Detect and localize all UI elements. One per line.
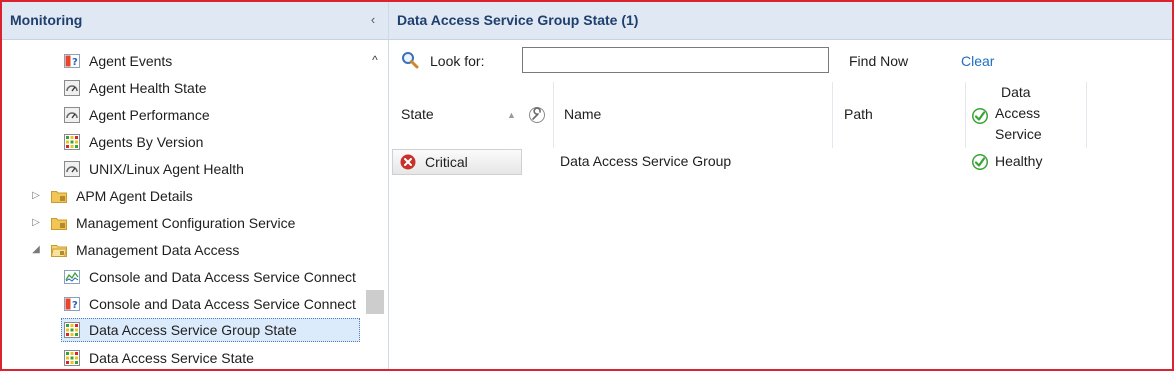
find-now-button[interactable]: Find Now [849,53,908,69]
state-value: Critical [425,154,468,170]
tree-item-label: Console and Data Access Service Connect [89,269,356,285]
tree-item-label: Agent Events [89,53,173,69]
scroll-up-arrow-icon[interactable]: ^ [367,52,383,68]
tree-item-label: Agent Health State [89,80,207,96]
tree-item-label: Console and Data Access Service Connect [89,296,356,312]
tree-item-agents-by-version[interactable]: Agents By Version [64,130,354,154]
tree-item-console-das-connect-events[interactable]: ? Console and Data Access Service Connec… [64,292,362,316]
magnifier-icon [402,52,419,69]
clear-link[interactable]: Clear [961,53,994,69]
tree-item-agent-events[interactable]: ? Agent Events [64,49,354,73]
healthy-check-icon [972,154,988,170]
event-view-icon: ? [64,54,80,68]
navigation-title: Monitoring [10,12,83,28]
tree-item-management-configuration-service[interactable]: Management Configuration Service [51,211,361,235]
column-header-state[interactable]: State [401,106,434,122]
tree-item-label: APM Agent Details [76,188,193,204]
state-grid-icon [64,322,80,338]
tree-item-label: Management Data Access [76,242,240,258]
svg-text:?: ? [72,57,78,68]
dashboard-gauge-icon [64,107,80,123]
healthy-check-icon [972,108,988,124]
sort-ascending-icon: ▲ [507,110,516,120]
state-grid-icon [64,134,80,150]
grid-header: State ▲ Name Path Data Access Service [389,82,1172,148]
tree-item-data-access-service-group-state[interactable]: Data Access Service Group State [61,318,360,342]
column-header-name[interactable]: Name [564,106,601,122]
column-header-das-line1[interactable]: Data [1001,84,1031,100]
event-view-icon: ? [64,297,80,311]
dashboard-gauge-icon [64,80,80,96]
tree-item-console-das-connect-performance[interactable]: Console and Data Access Service Connect [64,265,362,289]
column-separator[interactable] [553,82,554,148]
maintenance-mode-icon[interactable] [528,106,546,124]
tree-item-label: Agent Performance [89,107,210,123]
column-separator[interactable] [965,82,966,148]
tree-item-label: Management Configuration Service [76,215,296,231]
collapse-pane-button[interactable]: ‹ [364,10,382,30]
critical-x-icon [400,154,416,170]
results-pane: Data Access Service Group State (1) Look… [389,2,1172,369]
state-grid-icon [64,350,80,366]
tree-item-unix-linux-agent-health[interactable]: UNIX/Linux Agent Health [64,157,354,181]
das-health-value: Healthy [995,153,1043,169]
expand-arrow-icon[interactable]: ▷ [30,211,42,235]
performance-chart-icon [64,270,80,284]
column-separator[interactable] [1086,82,1087,148]
tree-item-label: Agents By Version [89,134,204,150]
tree-item-data-access-service-state[interactable]: Data Access Service State [64,346,354,369]
tree-item-label: Data Access Service Group State [89,322,297,338]
column-header-das-line3[interactable]: Service [995,126,1042,142]
look-for-label: Look for: [430,53,485,69]
look-for-input[interactable] [522,47,829,73]
tree-item-label: UNIX/Linux Agent Health [89,161,244,177]
open-locked-folder-icon [51,245,67,257]
column-header-path[interactable]: Path [844,106,873,122]
dashboard-gauge-icon [64,161,80,177]
column-separator[interactable] [832,82,833,148]
navigation-header: Monitoring ‹ [2,2,388,40]
console-window: Monitoring ‹ ? Agent Events Agent Health… [0,0,1174,371]
results-header: Data Access Service Group State (1) [389,2,1172,40]
tree-item-management-data-access[interactable]: Management Data Access [51,238,351,262]
search-bar: Look for: Find Now Clear [389,42,1172,78]
name-value: Data Access Service Group [560,153,732,169]
locked-folder-icon [51,218,67,230]
locked-folder-icon [51,191,67,203]
tree-scrollbar[interactable]: ^ [364,48,386,369]
expand-arrow-icon[interactable]: ▷ [30,184,42,208]
table-row[interactable]: Critical Data Access Service Group Healt… [389,148,1172,176]
state-cell: Critical [392,149,522,175]
column-header-das-line2[interactable]: Access [995,105,1040,121]
view-title: Data Access Service Group State (1) [397,12,639,28]
tree-item-agent-health-state[interactable]: Agent Health State [64,76,354,100]
navigation-pane: Monitoring ‹ ? Agent Events Agent Health… [2,2,389,369]
svg-text:?: ? [72,300,78,311]
tree-item-apm-agent-details[interactable]: APM Agent Details [51,184,351,208]
collapse-arrow-icon[interactable]: ◢ [30,238,42,262]
tree-item-label: Data Access Service State [89,350,254,366]
tree-item-agent-performance[interactable]: Agent Performance [64,103,354,127]
scroll-thumb[interactable] [366,290,384,314]
